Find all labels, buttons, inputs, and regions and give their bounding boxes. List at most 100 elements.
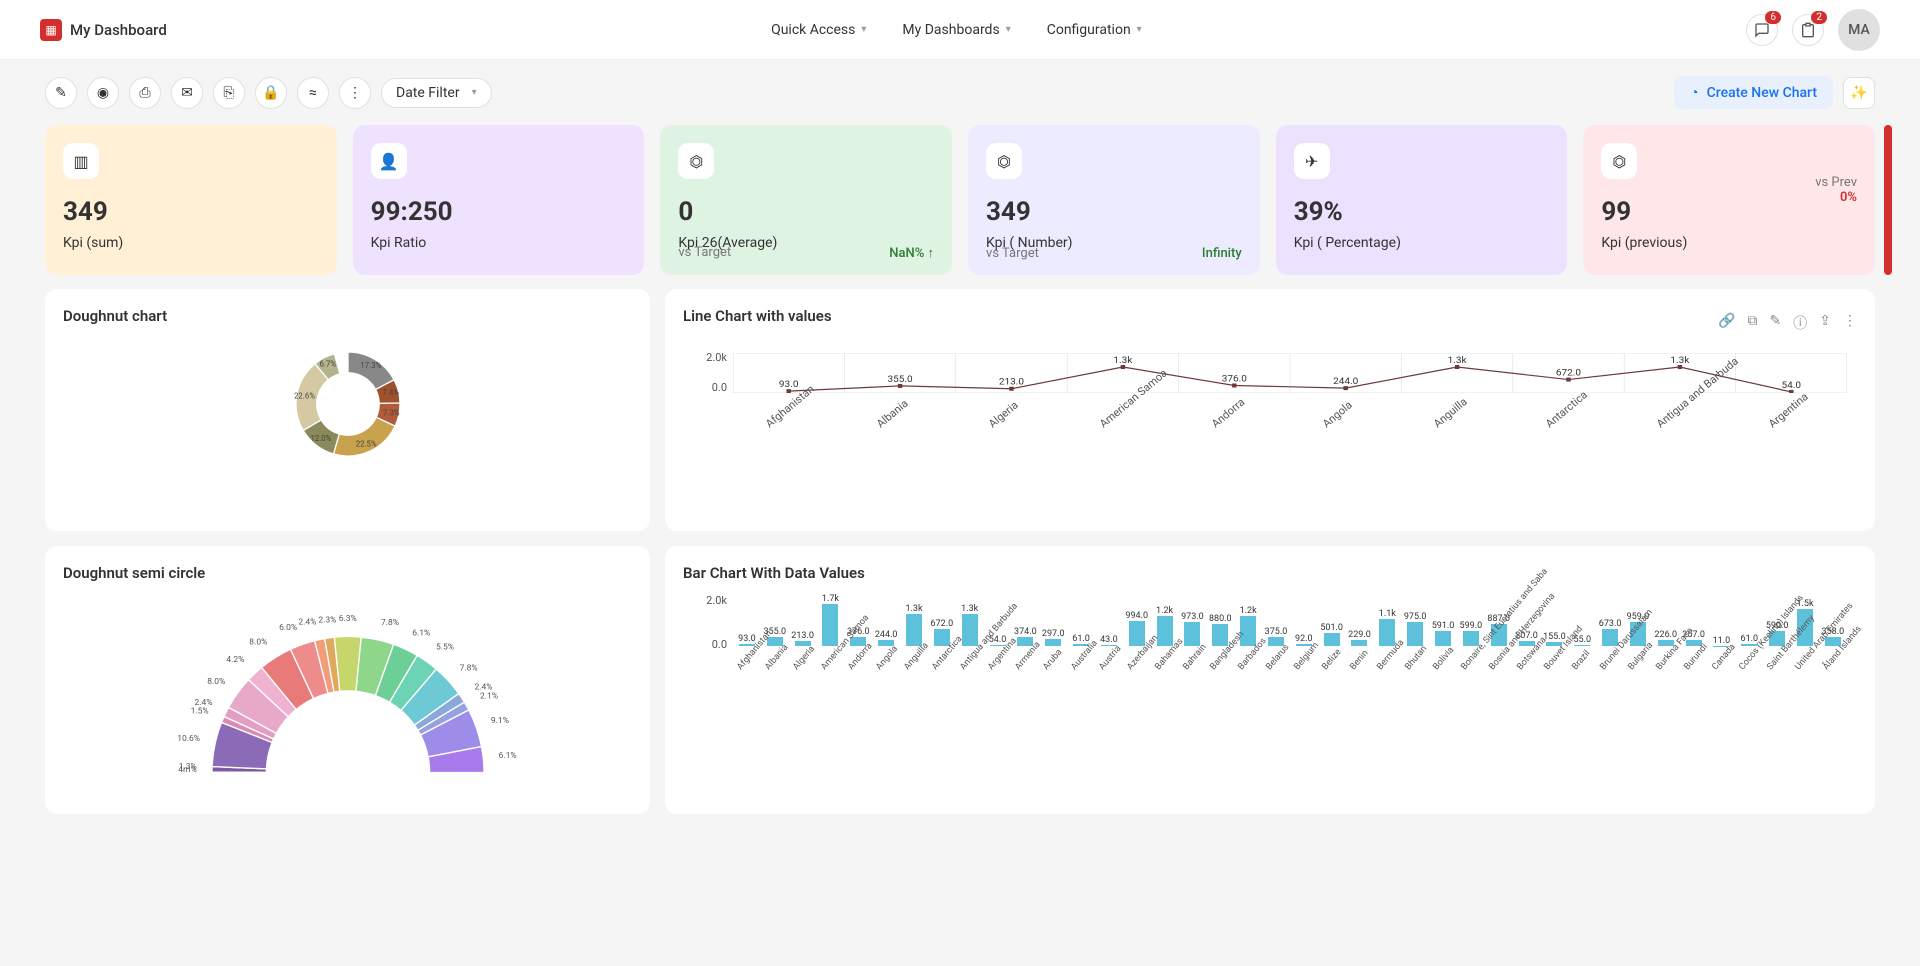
semi-doughnut-chart: 585.4m%1.3%10.6%1.5%2.4%8.0%4.2%8.0%6.0%…: [178, 596, 518, 796]
svg-text:22.6%: 22.6%: [294, 391, 315, 400]
view-icon[interactable]: ◉: [87, 77, 119, 109]
panel-doughnut: Doughnut chart 17.3% 7.4% 7.3% 22.5% 12.0% 22…: [45, 289, 650, 531]
kpi-card[interactable]: ⏣ 0 Kpi 26(Average) vs TargetNaN% ↑: [660, 125, 952, 275]
svg-text:6.7%: 6.7%: [319, 360, 336, 369]
svg-text:8.0%: 8.0%: [207, 677, 225, 687]
bar: 244.0: [872, 640, 900, 646]
kpi-value: 349: [63, 197, 319, 227]
copy-icon[interactable]: ⧉: [1748, 313, 1758, 333]
svg-text:2.4%: 2.4%: [298, 618, 316, 628]
svg-text:8.0%: 8.0%: [249, 637, 267, 647]
kpi-card[interactable]: ✈ 39% Kpi ( Percentage): [1276, 125, 1568, 275]
chevron-down-icon: ▾: [472, 87, 477, 98]
svg-text:7.8%: 7.8%: [459, 663, 477, 673]
money-icon: ⏣: [986, 143, 1022, 179]
kpi-sublabel: vs Target: [986, 246, 1039, 261]
avatar[interactable]: MA: [1838, 9, 1880, 51]
user-icon: 👤: [371, 143, 407, 179]
kpi-metric: Infinity: [1202, 246, 1242, 261]
bar: 501.0: [1318, 633, 1346, 646]
kpi-card[interactable]: ⏣ vs Prev0% 99 Kpi (previous): [1583, 125, 1875, 275]
clipboard-icon[interactable]: 2: [1792, 14, 1824, 46]
kpi-card[interactable]: 👤 99:250 Kpi Ratio: [353, 125, 645, 275]
doughnut-chart: 17.3% 7.4% 7.3% 22.5% 12.0% 22.6% 6.7%: [283, 339, 413, 469]
bookmark-icon[interactable]: ⎘: [213, 77, 245, 109]
chat-icon[interactable]: 6: [1746, 14, 1778, 46]
date-filter-select[interactable]: Date Filter ▾: [381, 78, 492, 108]
svg-text:355.0: 355.0: [888, 374, 913, 384]
svg-text:244.0: 244.0: [1333, 377, 1358, 387]
money-icon: ⏣: [1601, 143, 1637, 179]
svg-text:7.4%: 7.4%: [382, 388, 399, 397]
chevron-down-icon: ▾: [1137, 24, 1142, 35]
mail-icon[interactable]: ✉: [171, 77, 203, 109]
panel-line: Line Chart with values 🔗 ⧉ ✎ ⓘ ⇪ ⋮ 2.0k …: [665, 289, 1875, 531]
money-icon: ⏣: [678, 143, 714, 179]
svg-text:2.3%: 2.3%: [318, 616, 336, 626]
kpi-sublabel: vs Target: [678, 245, 731, 261]
svg-text:4.2%: 4.2%: [226, 655, 244, 665]
bar: 591.0: [1429, 631, 1457, 646]
svg-text:7.3%: 7.3%: [382, 408, 399, 417]
svg-text:6.3%: 6.3%: [338, 614, 356, 624]
kpi-label: Kpi ( Percentage): [1294, 235, 1550, 251]
chevron-down-icon: ▾: [1006, 24, 1011, 35]
create-new-chart-button[interactable]: ◔ Create New Chart: [1674, 76, 1833, 109]
send-icon: ✈: [1294, 143, 1330, 179]
bar: 297.0: [1039, 639, 1067, 646]
pie-icon: ◔: [1690, 84, 1698, 101]
kpi-value: 0: [678, 197, 934, 227]
print-icon[interactable]: ⎙: [129, 77, 161, 109]
link-icon[interactable]: 🔗: [1718, 313, 1735, 333]
svg-text:6.1%: 6.1%: [498, 751, 516, 761]
svg-text:5.5%: 5.5%: [435, 642, 453, 652]
svg-text:2.1%: 2.1%: [480, 692, 498, 702]
export-icon[interactable]: ⇪: [1819, 313, 1831, 333]
magic-icon[interactable]: ✨: [1843, 77, 1875, 109]
kpi-scrollbar[interactable]: [1884, 125, 1892, 275]
brand-icon: ▦: [40, 19, 62, 41]
bar: 975.0: [1401, 622, 1429, 646]
kpi-card[interactable]: ⏣ 349 Kpi ( Number) vs TargetInfinity: [968, 125, 1260, 275]
panel-title: Doughnut chart: [63, 307, 632, 325]
bar-chart-icon: ▥: [63, 143, 99, 179]
svg-text:12.0%: 12.0%: [310, 434, 331, 443]
svg-text:93.0: 93.0: [779, 380, 799, 390]
svg-text:17.3%: 17.3%: [360, 361, 381, 370]
panel-semi-doughnut: Doughnut semi circle 585.4m%1.3%10.6%1.5…: [45, 546, 650, 814]
svg-text:22.5%: 22.5%: [355, 439, 376, 448]
more-icon[interactable]: ⋮: [339, 77, 371, 109]
filter-icon[interactable]: ≈: [297, 77, 329, 109]
svg-text:1.3%: 1.3%: [178, 762, 196, 772]
lock-icon[interactable]: 🔒: [255, 77, 287, 109]
nav-my-dashboards[interactable]: My Dashboards▾: [902, 22, 1010, 38]
svg-text:2.4%: 2.4%: [194, 698, 212, 708]
edit-panel-icon[interactable]: ✎: [1770, 313, 1782, 333]
info-icon[interactable]: ⓘ: [1793, 313, 1807, 333]
svg-text:213.0: 213.0: [999, 377, 1024, 387]
kpi-value: 39%: [1294, 197, 1550, 227]
kpi-label: Kpi (previous): [1601, 235, 1857, 251]
edit-icon[interactable]: ✎: [45, 77, 77, 109]
line-chart: 93.0355.0213.01.3k376.0244.01.3k672.01.3…: [733, 353, 1847, 393]
panel-title: Bar Chart With Data Values: [683, 564, 1857, 582]
svg-text:9.1%: 9.1%: [490, 716, 508, 726]
svg-text:10.6%: 10.6%: [178, 734, 200, 744]
panel-title: Line Chart with values: [683, 307, 832, 325]
svg-text:1.3k: 1.3k: [1113, 355, 1132, 365]
kpi-value: 99:250: [371, 197, 627, 227]
svg-text:6.1%: 6.1%: [412, 628, 430, 638]
bar: 229.0: [1346, 640, 1374, 646]
nav-quick-access[interactable]: Quick Access▾: [771, 22, 866, 38]
svg-text:54.0: 54.0: [1782, 380, 1802, 390]
panel-more-icon[interactable]: ⋮: [1843, 313, 1857, 333]
bar: 213.0: [789, 641, 817, 646]
brand-title: My Dashboard: [70, 21, 167, 39]
svg-text:6.0%: 6.0%: [279, 623, 297, 633]
kpi-metric: NaN% ↑: [889, 245, 934, 261]
nav-configuration[interactable]: Configuration▾: [1047, 22, 1142, 38]
kpi-card[interactable]: ▥ 349 Kpi (sum): [45, 125, 337, 275]
chevron-down-icon: ▾: [861, 24, 866, 35]
svg-text:1.3k: 1.3k: [1670, 355, 1689, 365]
panel-bar: Bar Chart With Data Values 2.0k 0.0 93.0…: [665, 546, 1875, 814]
